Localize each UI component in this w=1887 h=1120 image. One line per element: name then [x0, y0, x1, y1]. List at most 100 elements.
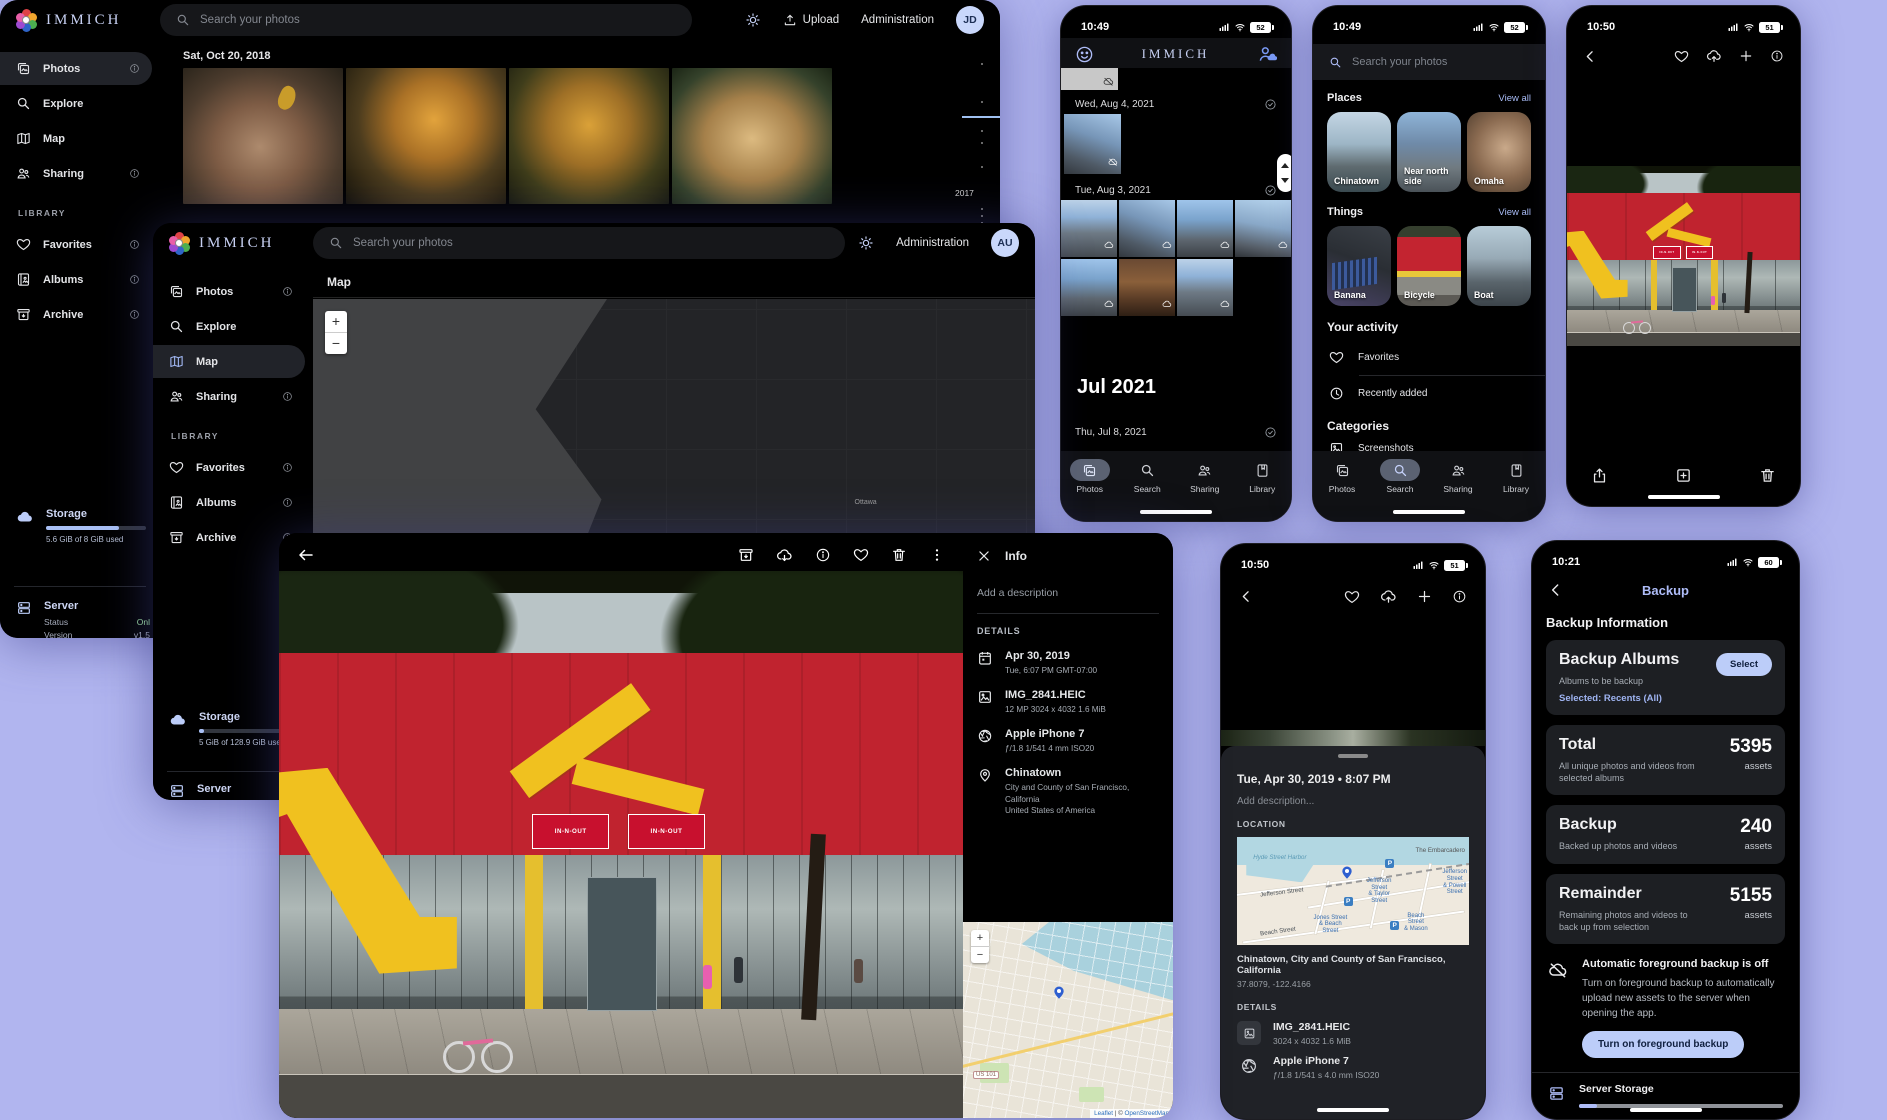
home-indicator[interactable] [1317, 1108, 1389, 1112]
search-input[interactable]: Search your photos [1313, 44, 1545, 80]
administration-link[interactable]: Administration [861, 14, 934, 26]
zoom-in-button[interactable]: + [325, 311, 347, 332]
photo-thumbnail[interactable] [1061, 259, 1117, 316]
place-card[interactable]: Omaha [1467, 112, 1531, 192]
search-input[interactable]: Search your photos [160, 4, 692, 36]
administration-link[interactable]: Administration [896, 237, 969, 249]
info-button[interactable] [1452, 589, 1467, 604]
add-description-field[interactable]: Add description... [1221, 786, 1485, 807]
select-albums-button[interactable]: Select [1716, 653, 1772, 676]
turn-on-foreground-backup-button[interactable]: Turn on foreground backup [1582, 1031, 1744, 1058]
sidebar-item-albums[interactable]: Albums [0, 263, 152, 296]
sidebar-item-explore[interactable]: Explore [153, 310, 305, 343]
photo-in-n-out[interactable]: IN-N-OUT IN-N-OUT [1567, 166, 1800, 346]
info-bottom-sheet[interactable]: Tue, Apr 30, 2019 • 8:07 PM Add descript… [1221, 746, 1485, 1119]
thing-card[interactable]: Banana [1327, 226, 1391, 306]
sidebar-item-favorites[interactable]: Favorites [0, 228, 152, 261]
sidebar-item-sharing[interactable]: Sharing [153, 380, 305, 413]
location-map[interactable]: The Embarcadero Hyde Street Harbor Jeffe… [1237, 837, 1469, 945]
photo-thumbnail[interactable] [509, 68, 669, 204]
favorite-button[interactable] [853, 547, 869, 563]
recently-added-row[interactable]: Recently added [1313, 376, 1545, 411]
mini-map-zoom-control[interactable]: + − [971, 930, 989, 963]
thing-card[interactable]: Boat [1467, 226, 1531, 306]
avatar[interactable]: JD [956, 6, 984, 34]
map-zoom-control[interactable]: + − [325, 311, 347, 354]
back-button[interactable] [297, 546, 315, 564]
photo-thumbnail[interactable] [183, 68, 343, 204]
sidebar-item-sharing[interactable]: Sharing [0, 157, 152, 190]
photo-thumbnail[interactable] [1177, 259, 1233, 316]
sidebar-item-photos[interactable]: Photos [0, 52, 152, 85]
zoom-out-button[interactable]: − [325, 332, 347, 354]
add-button[interactable] [1739, 49, 1753, 63]
photo-thumbnail[interactable] [672, 68, 832, 204]
nav-sharing[interactable]: Sharing [1176, 459, 1234, 494]
places-view-all[interactable]: View all [1498, 93, 1531, 104]
thing-card[interactable]: Bicycle [1397, 226, 1461, 306]
detail-mini-map[interactable]: + − US 101 Leaflet | © OpenStreetMap [963, 922, 1173, 1118]
immich-logo[interactable]: IMMICH [0, 9, 160, 31]
upload-cloud-button[interactable] [1380, 588, 1397, 605]
favorite-button[interactable] [1344, 589, 1360, 605]
photo-thumbnail[interactable] [1235, 200, 1291, 257]
nav-search[interactable]: Search [1119, 459, 1177, 494]
avatar[interactable]: AU [991, 229, 1019, 257]
nav-search[interactable]: Search [1371, 459, 1429, 494]
nav-photos[interactable]: Photos [1061, 459, 1119, 494]
nav-library[interactable]: Library [1234, 459, 1292, 494]
home-indicator[interactable] [1648, 495, 1720, 499]
download-button[interactable] [776, 547, 793, 564]
sidebar-item-archive[interactable]: Archive [0, 298, 152, 331]
add-button[interactable] [1417, 589, 1432, 604]
add-description-field[interactable]: Add a description [963, 569, 1173, 613]
photo-thumbnail[interactable] [1177, 200, 1233, 257]
info-button[interactable] [815, 547, 831, 563]
add-to-album-button[interactable] [1675, 467, 1692, 484]
photo-thumbnail[interactable] [346, 68, 506, 204]
favorites-row[interactable]: Favorites [1313, 340, 1545, 375]
back-button[interactable] [1239, 589, 1254, 604]
sidebar-item-map[interactable]: Map [0, 122, 152, 155]
home-indicator[interactable] [1140, 510, 1212, 514]
zoom-out-button[interactable]: − [971, 946, 989, 963]
sidebar-item-explore[interactable]: Explore [0, 87, 152, 120]
photo-thumbnail[interactable] [1061, 68, 1118, 90]
archive-button[interactable] [738, 547, 754, 563]
photo-thumbnail[interactable] [1119, 200, 1175, 257]
zoom-in-button[interactable]: + [971, 930, 989, 946]
photo-thumbnail[interactable] [1061, 200, 1117, 257]
sidebar-item-albums[interactable]: Albums [153, 486, 305, 519]
select-all-icon[interactable] [1264, 184, 1277, 197]
nav-sharing[interactable]: Sharing [1429, 459, 1487, 494]
back-button[interactable] [1583, 49, 1598, 64]
photo-edge-strip[interactable] [1221, 730, 1485, 746]
upload-cloud-button[interactable] [1706, 48, 1722, 64]
profile-face-icon[interactable] [1075, 45, 1094, 64]
select-all-icon[interactable] [1264, 426, 1277, 439]
theme-toggle-icon[interactable] [745, 12, 761, 28]
more-options-button[interactable] [929, 547, 945, 563]
favorite-button[interactable] [1674, 49, 1689, 64]
place-card[interactable]: Near north side [1397, 112, 1461, 192]
select-all-icon[interactable] [1264, 98, 1277, 111]
delete-button[interactable] [1759, 467, 1776, 484]
home-indicator[interactable] [1393, 510, 1465, 514]
info-button[interactable] [1770, 49, 1784, 63]
nav-library[interactable]: Library [1487, 459, 1545, 494]
sidebar-item-map[interactable]: Map [153, 345, 305, 378]
share-button[interactable] [1591, 467, 1608, 484]
photo-thumbnail[interactable] [1119, 259, 1175, 316]
upload-button[interactable]: Upload [783, 13, 839, 27]
nav-photos[interactable]: Photos [1313, 459, 1371, 494]
back-button[interactable] [1548, 582, 1564, 598]
timeline-scrubber-handle[interactable] [1277, 154, 1292, 192]
photo-thumbnail[interactable] [1064, 114, 1121, 174]
home-indicator[interactable] [1630, 1108, 1702, 1112]
immich-logo[interactable]: IMMICH [153, 232, 313, 254]
place-card[interactable]: Chinatown [1327, 112, 1391, 192]
search-input[interactable]: Search your photos [313, 227, 845, 259]
sidebar-item-favorites[interactable]: Favorites [153, 451, 305, 484]
delete-button[interactable] [891, 547, 907, 563]
things-view-all[interactable]: View all [1498, 207, 1531, 218]
